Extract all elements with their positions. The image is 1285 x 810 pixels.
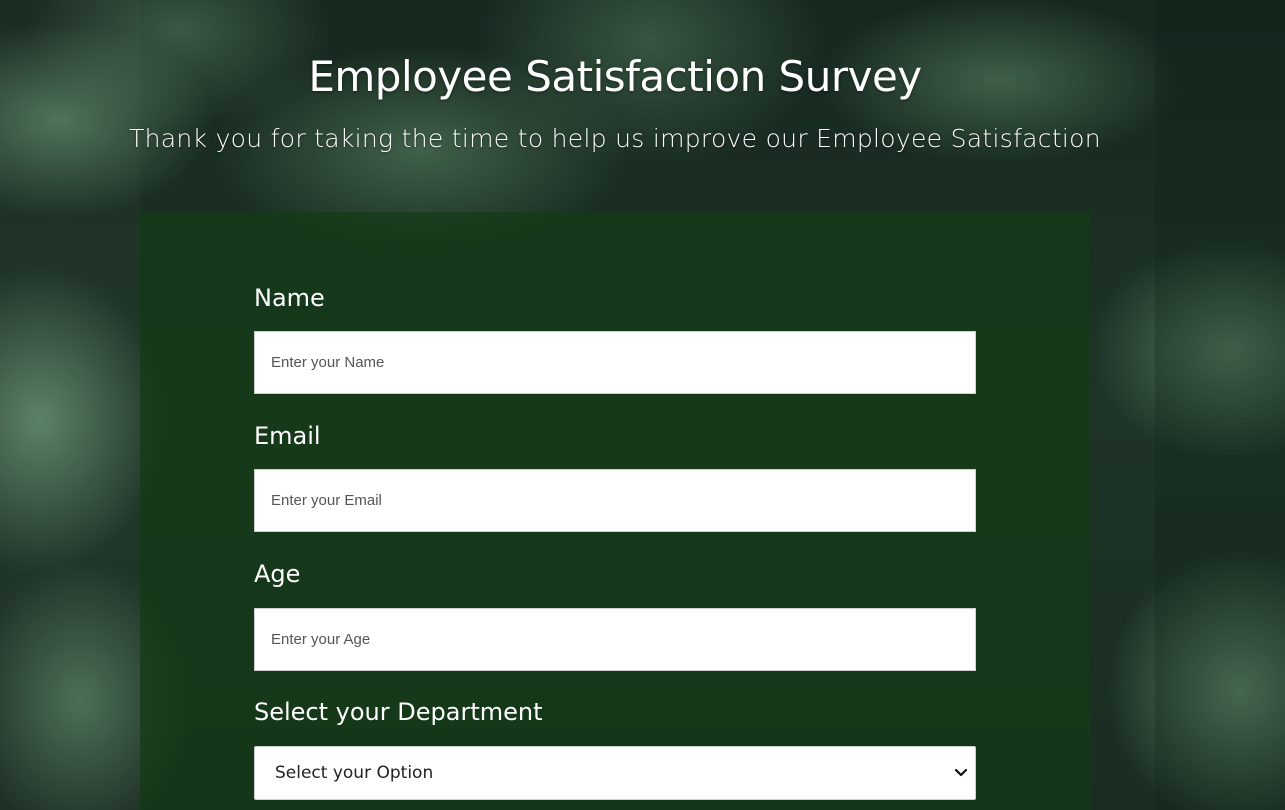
page-subtitle: Thank you for taking the time to help us…	[129, 124, 1101, 153]
department-select[interactable]: Select your Option	[254, 746, 976, 800]
age-input[interactable]	[254, 608, 976, 671]
page-title: Employee Satisfaction Survey	[308, 52, 922, 101]
chevron-down-icon	[954, 768, 968, 777]
age-label: Age	[254, 560, 301, 588]
department-select-value: Select your Option	[275, 763, 434, 783]
department-label: Select your Department	[254, 698, 543, 726]
background-left-strip	[0, 0, 140, 810]
email-label: Email	[254, 422, 321, 450]
email-input[interactable]	[254, 469, 976, 532]
survey-form: Name Email Age Select your Department Se…	[140, 212, 1090, 810]
background-right-strip	[1155, 0, 1285, 810]
name-label: Name	[254, 284, 325, 312]
name-input[interactable]	[254, 331, 976, 394]
